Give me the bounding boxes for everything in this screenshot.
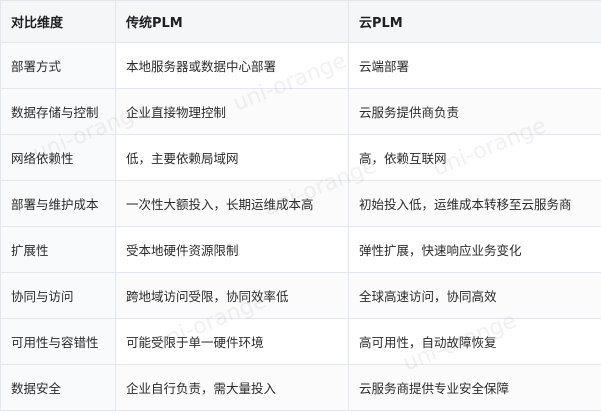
- table-row: 扩展性 受本地硬件资源限制 弹性扩展，快速响应业务变化: [0, 226, 601, 273]
- header-dimension: 对比维度: [0, 0, 116, 43]
- table-row: 部署与维护成本 一次性大额投入，长期运维成本高 初始投入低，运维成本转移至云服务…: [0, 180, 601, 227]
- table-row: 可用性与容错性 可能受限于单一硬件环境 高可用性，自动故障恢复: [0, 318, 601, 365]
- cloud-plm-cell: 高可用性，自动故障恢复: [348, 318, 601, 365]
- traditional-plm-cell: 本地服务器或数据中心部署: [115, 42, 349, 89]
- traditional-plm-cell: 一次性大额投入，长期运维成本高: [115, 180, 349, 227]
- table-row: 数据安全 企业自行负责，需大量投入 云服务商提供专业安全保障: [0, 364, 601, 411]
- cloud-plm-cell: 云端部署: [348, 42, 601, 89]
- row-dimension-cell: 网络依赖性: [0, 134, 116, 181]
- traditional-plm-cell: 受本地硬件资源限制: [115, 226, 349, 273]
- row-dimension-cell: 部署方式: [0, 42, 116, 89]
- cloud-plm-cell: 初始投入低，运维成本转移至云服务商: [348, 180, 601, 227]
- traditional-plm-cell: 可能受限于单一硬件环境: [115, 318, 349, 365]
- plm-comparison-table: 对比维度 传统PLM 云PLM 部署方式 本地服务器或数据中心部署 云端部署 数…: [0, 0, 601, 411]
- header-traditional-plm: 传统PLM: [115, 0, 349, 43]
- traditional-plm-cell: 企业自行负责，需大量投入: [115, 364, 349, 411]
- table-row: 协同与访问 跨地域访问受限，协同效率低 全球高速访问，协同高效: [0, 272, 601, 319]
- table-row: 网络依赖性 低，主要依赖局域网 高，依赖互联网: [0, 134, 601, 181]
- traditional-plm-cell: 低，主要依赖局域网: [115, 134, 349, 181]
- cloud-plm-cell: 云服务商提供专业安全保障: [348, 364, 601, 411]
- traditional-plm-cell: 企业直接物理控制: [115, 88, 349, 135]
- cloud-plm-cell: 全球高速访问，协同高效: [348, 272, 601, 319]
- table-header-row: 对比维度 传统PLM 云PLM: [0, 0, 601, 43]
- table-row: 部署方式 本地服务器或数据中心部署 云端部署: [0, 42, 601, 89]
- table-row: 数据存储与控制 企业直接物理控制 云服务提供商负责: [0, 88, 601, 135]
- cloud-plm-cell: 高，依赖互联网: [348, 134, 601, 181]
- cloud-plm-cell: 弹性扩展，快速响应业务变化: [348, 226, 601, 273]
- header-cloud-plm: 云PLM: [348, 0, 601, 43]
- row-dimension-cell: 协同与访问: [0, 272, 116, 319]
- row-dimension-cell: 可用性与容错性: [0, 318, 116, 365]
- cloud-plm-cell: 云服务提供商负责: [348, 88, 601, 135]
- row-dimension-cell: 扩展性: [0, 226, 116, 273]
- row-dimension-cell: 数据安全: [0, 364, 116, 411]
- traditional-plm-cell: 跨地域访问受限，协同效率低: [115, 272, 349, 319]
- row-dimension-cell: 数据存储与控制: [0, 88, 116, 135]
- comparison-table-container: 对比维度 传统PLM 云PLM 部署方式 本地服务器或数据中心部署 云端部署 数…: [0, 0, 601, 414]
- row-dimension-cell: 部署与维护成本: [0, 180, 116, 227]
